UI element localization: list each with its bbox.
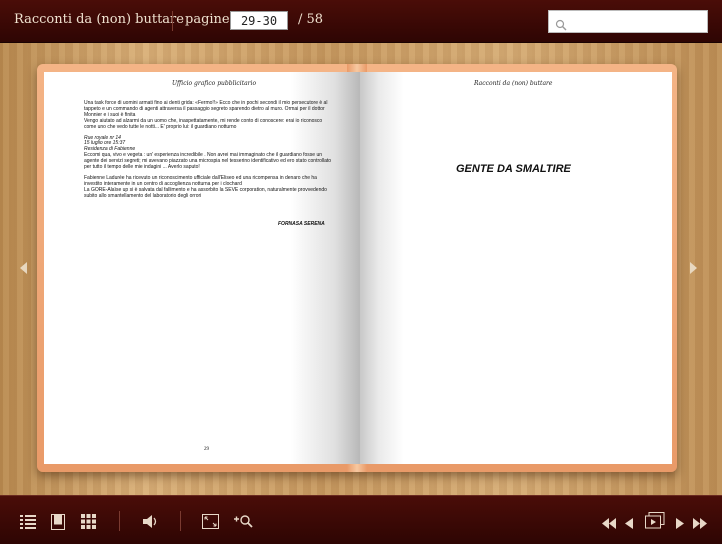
left-page-header: Ufficio grafico pubblicitario [172, 80, 257, 87]
left-page-text: Una task force di uomini armati fino ai … [84, 100, 332, 205]
previous-page-arrow-icon[interactable] [20, 262, 27, 274]
toolbar-divider [172, 11, 173, 31]
paragraph: Una task force di uomini armati fino ai … [84, 100, 328, 118]
speaker-icon[interactable] [143, 514, 159, 533]
thumbnails-grid-icon[interactable] [81, 514, 96, 533]
author-signature: FORNASA SERENA [278, 221, 325, 227]
next-page-icon[interactable] [676, 514, 684, 533]
fullscreen-icon[interactable] [202, 514, 219, 533]
previous-page-icon[interactable] [625, 514, 633, 533]
paragraph: Eccomi qua, vivo e vegeta : un' esperien… [84, 152, 332, 171]
pages-label: pagine: [185, 12, 234, 27]
slideshow-icon[interactable] [645, 512, 665, 533]
toolbar-divider [180, 511, 181, 531]
left-page-number: 29 [204, 447, 209, 452]
page-total: / 58 [298, 12, 324, 27]
paragraph: Vengo aiutato ad alzarmi da un uomo che,… [84, 117, 323, 130]
toolbar-divider [119, 511, 120, 531]
paragraph: Fabienne Ladurée ha ricevuto un riconosc… [84, 174, 317, 187]
paragraph: La GORE-Alaïse up si è salvata dal falli… [84, 186, 327, 199]
next-page-arrow-icon[interactable] [690, 262, 697, 274]
right-page[interactable] [360, 72, 672, 464]
right-page-header: Racconti da (non) buttare [474, 80, 553, 87]
search-input[interactable] [548, 10, 708, 33]
first-page-icon[interactable] [602, 514, 616, 533]
table-of-contents-icon[interactable] [20, 514, 36, 533]
page-number-input[interactable]: 29-30 [230, 11, 288, 30]
magnifier-icon [555, 16, 567, 35]
last-page-icon[interactable] [693, 514, 707, 533]
zoom-in-icon[interactable] [233, 514, 253, 533]
chapter-title: GENTE DA SMALTIRE [456, 163, 571, 175]
bookmark-icon[interactable] [51, 514, 65, 534]
book-title: Racconti da (non) buttare [14, 12, 184, 27]
